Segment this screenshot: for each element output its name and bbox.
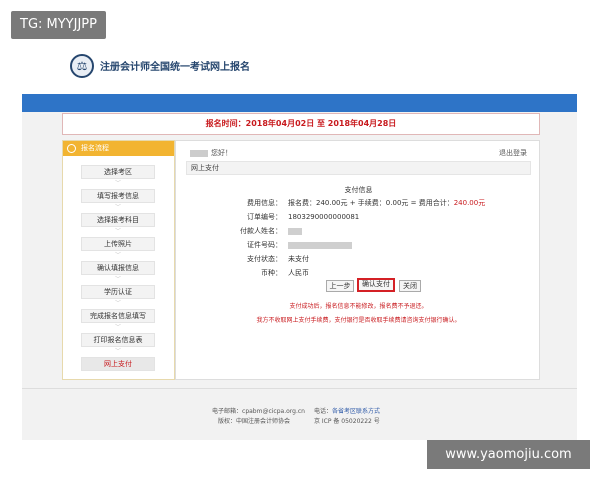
confirm-payment-button[interactable]: 确认支付 — [357, 278, 395, 292]
status-row: 支付状态： 未支付 — [216, 254, 516, 264]
logo-icon: ⚖ — [70, 54, 94, 78]
payment-panel: 您好！ 退出登录 网上支付 支付信息 费用信息： 报名费：240.00元 + 手… — [175, 140, 540, 380]
fee-total: 240.00元 — [453, 199, 486, 207]
section-title: 网上支付 — [186, 161, 531, 175]
chevron-down-icon: ﹀ — [114, 300, 121, 307]
id-label: 证件号码： — [247, 241, 282, 249]
site-title: 注册会计师全国统一考试网上报名 — [100, 62, 250, 73]
order-number: 1803290000000081 — [288, 213, 360, 221]
prev-step-button[interactable]: 上一步 — [326, 280, 354, 292]
footer-phone-label: 电话： — [314, 408, 333, 415]
footer-copyright: 版权：中国注册会计师协会 — [218, 416, 290, 425]
fee-label: 费用信息： — [247, 199, 282, 207]
footer-phone-link[interactable]: 各省考区联系方式 — [332, 408, 380, 415]
logout-link[interactable]: 退出登录 — [499, 148, 527, 158]
close-button[interactable]: 关闭 — [399, 280, 421, 292]
id-row: 证件号码： — [216, 240, 516, 250]
site-header: ⚖ 注册会计师全国统一考试网上报名 — [22, 40, 577, 94]
sidebar-item-print-form[interactable]: 打印报名信息表 — [81, 333, 155, 347]
fee-row: 费用信息： 报名费：240.00元 + 手续费：0.00元 = 费用合计：240… — [216, 198, 516, 208]
sidebar-title: 报名流程 — [81, 144, 109, 152]
footer-icp: 京 ICP 备 05020222 号 — [314, 418, 380, 425]
chevron-down-icon: ﹀ — [114, 228, 121, 235]
currency-label: 币种： — [261, 269, 282, 277]
payment-info-title: 支付信息 — [344, 186, 373, 194]
chevron-down-icon: ﹀ — [114, 276, 121, 283]
top-nav-bar — [22, 94, 577, 112]
footer-divider — [22, 388, 577, 389]
sidebar-item-fill-info[interactable]: 填写报考信息 — [81, 189, 155, 203]
footer-email: 电子邮箱：cpabm@cicpa.org.cn — [212, 406, 305, 415]
footer-email-value[interactable]: cpabm@cicpa.org.cn — [242, 408, 305, 415]
greeting: 您好！ — [190, 148, 232, 158]
sidebar-item-confirm-info[interactable]: 确认填报信息 — [81, 261, 155, 275]
registration-period-notice: 报名时间：2018年04月02日 至 2018年04月28日 — [62, 113, 540, 135]
masked-username — [190, 149, 208, 157]
fee-value: 报名费：240.00元 + 手续费：0.00元 = 费用合计：240.00元 — [288, 198, 485, 208]
process-sidebar: 报名流程 选择考区 ﹀ 填写报考信息 ﹀ 选择报考科目 ﹀ 上传照片 ﹀ 确认填… — [62, 140, 175, 380]
footer-org-value: 中国注册会计师协会 — [236, 418, 291, 425]
browser-page: ⚖ 注册会计师全国统一考试网上报名 报名时间：2018年04月02日 至 201… — [22, 40, 577, 440]
footer-email-label: 电子邮箱： — [212, 408, 243, 415]
payer-row: 付款人姓名： — [216, 226, 516, 236]
sidebar-item-complete-info[interactable]: 完成报名信息填写 — [81, 309, 155, 323]
payment-warning-2: 我方不收取网上支付手续费，支付银行是否收取手续费请咨询支付银行确认。 — [256, 317, 461, 324]
payer-name-masked — [288, 226, 302, 236]
status-label: 支付状态： — [247, 255, 282, 263]
clock-icon — [67, 144, 76, 153]
sidebar-item-education-verify[interactable]: 学历认证 — [81, 285, 155, 299]
order-label: 订单编号： — [247, 213, 282, 221]
chevron-down-icon: ﹀ — [114, 204, 121, 211]
sidebar-item-select-area[interactable]: 选择考区 — [81, 165, 155, 179]
sidebar-item-online-payment[interactable]: 网上支付 — [81, 357, 155, 371]
chevron-down-icon: ﹀ — [114, 324, 121, 331]
footer-phone: 电话：各省考区联系方式 — [314, 406, 380, 415]
chevron-down-icon: ﹀ — [114, 180, 121, 187]
chevron-down-icon: ﹀ — [114, 348, 121, 355]
id-number-masked — [288, 240, 352, 250]
sidebar-item-upload-photo[interactable]: 上传照片 — [81, 237, 155, 251]
payer-label: 付款人姓名： — [240, 227, 282, 235]
status-value: 未支付 — [288, 255, 309, 263]
tag-label: TG: MYYJJPP — [11, 11, 106, 39]
chevron-down-icon: ﹀ — [114, 252, 121, 259]
fee-breakdown: 报名费：240.00元 + 手续费：0.00元 = 费用合计： — [288, 199, 454, 207]
sidebar-item-select-subjects[interactable]: 选择报考科目 — [81, 213, 155, 227]
footer-org-label: 版权： — [218, 418, 237, 425]
order-row: 订单编号： 1803290000000081 — [216, 212, 516, 222]
watermark-label: www.yaomojiu.com — [427, 440, 590, 469]
currency-value: 人民币 — [288, 269, 309, 277]
greeting-text: 您好！ — [211, 149, 232, 157]
currency-row: 币种： 人民币 — [216, 268, 516, 278]
payment-warning-1: 支付成功后，报名信息不能修改，报名费不予退还。 — [289, 303, 428, 310]
sidebar-header: 报名流程 — [63, 141, 174, 156]
